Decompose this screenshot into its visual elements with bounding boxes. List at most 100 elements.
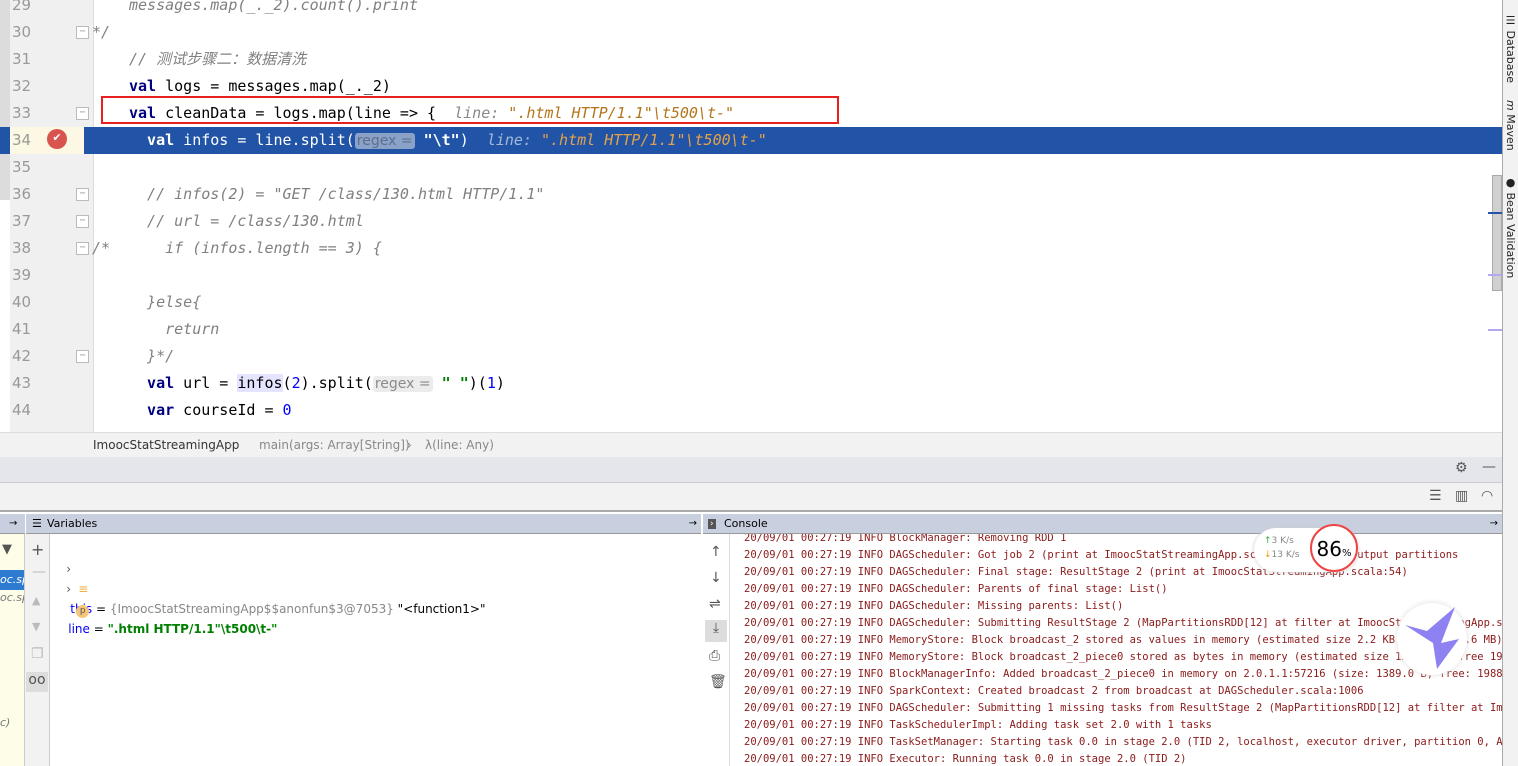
breakpoint-icon[interactable]: ✔ [47, 129, 67, 149]
move-down-icon[interactable]: ▼ [32, 620, 40, 633]
line-number[interactable]: 35 [12, 154, 42, 181]
line-number[interactable]: 32 [12, 73, 42, 100]
trash-icon[interactable]: 🗑 [709, 674, 727, 690]
tab-label: Database [1504, 30, 1517, 84]
arrow-down-icon[interactable]: ↓ [710, 570, 722, 586]
variable-value: ".html HTTP/1.1"\t500\t-" [107, 622, 278, 636]
code-line[interactable]: 43 val url = infos(2).split(regex = " ")… [0, 370, 1502, 397]
line-number[interactable]: 29 [12, 0, 42, 19]
line-number[interactable]: 44 [12, 397, 42, 424]
console-output[interactable]: 20/09/01 00:27:19 INFO BlockManager: Rem… [731, 534, 1502, 766]
line-number[interactable]: 41 [12, 316, 42, 343]
pin-icon[interactable]: → [9, 514, 17, 534]
line-number[interactable]: 36 [12, 181, 42, 208]
code-text: // infos(2) = "GET /class/130.html HTTP/… [129, 181, 544, 208]
fold-icon[interactable]: − [76, 26, 89, 39]
breadcrumb-item[interactable]: λ(line: Any) [425, 433, 494, 458]
pin-icon[interactable]: → [689, 514, 697, 534]
code-line[interactable]: 36 − // infos(2) = "GET /class/130.html H… [0, 181, 1502, 208]
chevron-right-icon[interactable]: › [66, 582, 71, 596]
code-line[interactable]: 31 // 测试步骤二：数据清洗 [0, 46, 1502, 73]
line-number[interactable]: 38 [12, 235, 42, 262]
unit: K/s [1285, 550, 1300, 560]
fold-icon[interactable]: − [76, 107, 89, 120]
line-number[interactable]: 33 [12, 100, 42, 127]
copy-icon[interactable]: ❐ [31, 646, 44, 662]
line-number[interactable]: 30 [12, 19, 42, 46]
code-line[interactable]: 37 − // url = /class/130.html [0, 208, 1502, 235]
code-line[interactable]: 29 messages.map(_._2).count().print [0, 0, 1502, 19]
remove-watch-icon[interactable]: — [32, 564, 46, 580]
pin-icon[interactable]: → [1490, 514, 1498, 534]
fold-icon[interactable]: − [76, 188, 89, 201]
fold-icon[interactable]: − [76, 215, 89, 228]
code-token: // 测试步骤二：数据清洗 [129, 50, 307, 68]
cpu-value: 86 [1316, 537, 1342, 561]
line-number[interactable]: 31 [12, 46, 42, 73]
code-token: messages.map(_._2).count().print [129, 0, 418, 14]
tab-label: Bean Validation [1504, 192, 1517, 279]
code-line-current[interactable]: 34 val infos = line.split(regex = "\t") … [0, 127, 1502, 154]
download-speed: 13 [1271, 550, 1283, 560]
bird-logo-icon[interactable] [1397, 603, 1467, 675]
gear-icon[interactable]: ⚙ [1455, 460, 1468, 476]
line-number[interactable]: 37 [12, 208, 42, 235]
code-line[interactable]: 42 − }*/ [0, 343, 1502, 370]
tool-tab-maven[interactable]: m Maven [1504, 100, 1517, 151]
frame-item[interactable]: c) [0, 716, 10, 729]
frame-item[interactable]: oc.sp [0, 570, 24, 590]
line-number[interactable]: 43 [12, 370, 42, 397]
arrow-up-icon[interactable]: ↑ [710, 544, 722, 560]
cpu-usage-widget[interactable]: 86% [1310, 524, 1358, 572]
move-up-icon[interactable]: ▲ [32, 594, 40, 607]
fold-icon[interactable]: − [76, 350, 89, 363]
tab-label: Maven [1504, 114, 1517, 151]
line-number[interactable]: 42 [12, 343, 42, 370]
glasses-icon[interactable]: oo [26, 672, 48, 692]
code-line[interactable]: 38 −/* if (infos.length == 3) { [0, 235, 1502, 262]
code-line[interactable]: 30 − */ [0, 19, 1502, 46]
code-line[interactable]: 39 [0, 262, 1502, 289]
minimize-icon[interactable]: — [1482, 459, 1496, 475]
tool-tab-bean-validation[interactable]: ● Bean Validation [1504, 176, 1517, 278]
line-number[interactable]: 40 [12, 289, 42, 316]
soft-wrap-icon[interactable]: ⇌ [709, 596, 721, 612]
code-token: courseId = [174, 401, 283, 419]
line-number[interactable]: 39 [12, 262, 42, 289]
list-icon: ☰ [32, 517, 42, 530]
code-token: infos [237, 374, 283, 392]
frames-list[interactable]: oc.sp oc.sp c) ▼ [0, 534, 25, 766]
variables-header: ☰ Variables → [26, 514, 701, 534]
panel-title: Console [724, 517, 768, 530]
code-line[interactable]: 41 return [0, 316, 1502, 343]
code-line[interactable]: 35 [0, 154, 1502, 181]
panel-title: Variables [47, 517, 98, 530]
breadcrumb-item[interactable]: main(args: Array[String]) [259, 433, 410, 458]
code-line[interactable]: 44 var courseId = 0 [0, 397, 1502, 424]
parameter-hint: regex = [372, 376, 433, 392]
layout-icon[interactable]: ▥ [1455, 488, 1468, 504]
fold-icon[interactable]: − [76, 242, 89, 255]
code-line[interactable]: 40 }else{ [0, 289, 1502, 316]
code-token: val [129, 77, 157, 95]
code-text: return [129, 316, 219, 343]
gauge-icon[interactable]: ◠ [1481, 488, 1493, 504]
variable-row-this[interactable]: › ≡ this = {ImoocStatStreamingApp$$anonf… [51, 539, 485, 616]
variable-row-line[interactable]: › p line = ".html HTTP/1.1"\t500\t-" [51, 559, 277, 636]
filter-icon[interactable]: ▼ [2, 542, 12, 557]
breadcrumb-item[interactable]: ImoocStatStreamingApp [93, 433, 239, 458]
code-token: ).split( [300, 374, 373, 392]
list-icon[interactable]: ☰ [1429, 488, 1442, 504]
breadcrumb: ImoocStatStreamingApp › main(args: Array… [0, 432, 1502, 457]
code-token: return [129, 320, 220, 338]
scroll-to-end-icon[interactable]: ⤓ [705, 620, 727, 642]
code-text: var courseId = 0 [129, 397, 292, 424]
frame-item[interactable]: oc.sp [0, 591, 24, 604]
code-editor[interactable]: 29 messages.map(_._2).count().print 30− */3… [0, 0, 1502, 432]
console-line: 20/09/01 00:27:19 INFO BlockManagerInfo:… [744, 668, 1502, 680]
print-icon[interactable]: ⎙ [709, 648, 720, 664]
tool-tab-database[interactable]: ☰ Database [1504, 14, 1517, 83]
code-text: messages.map(_._2).count().print [129, 0, 418, 19]
cpu-unit: % [1341, 548, 1352, 559]
add-watch-icon[interactable]: + [31, 540, 44, 559]
